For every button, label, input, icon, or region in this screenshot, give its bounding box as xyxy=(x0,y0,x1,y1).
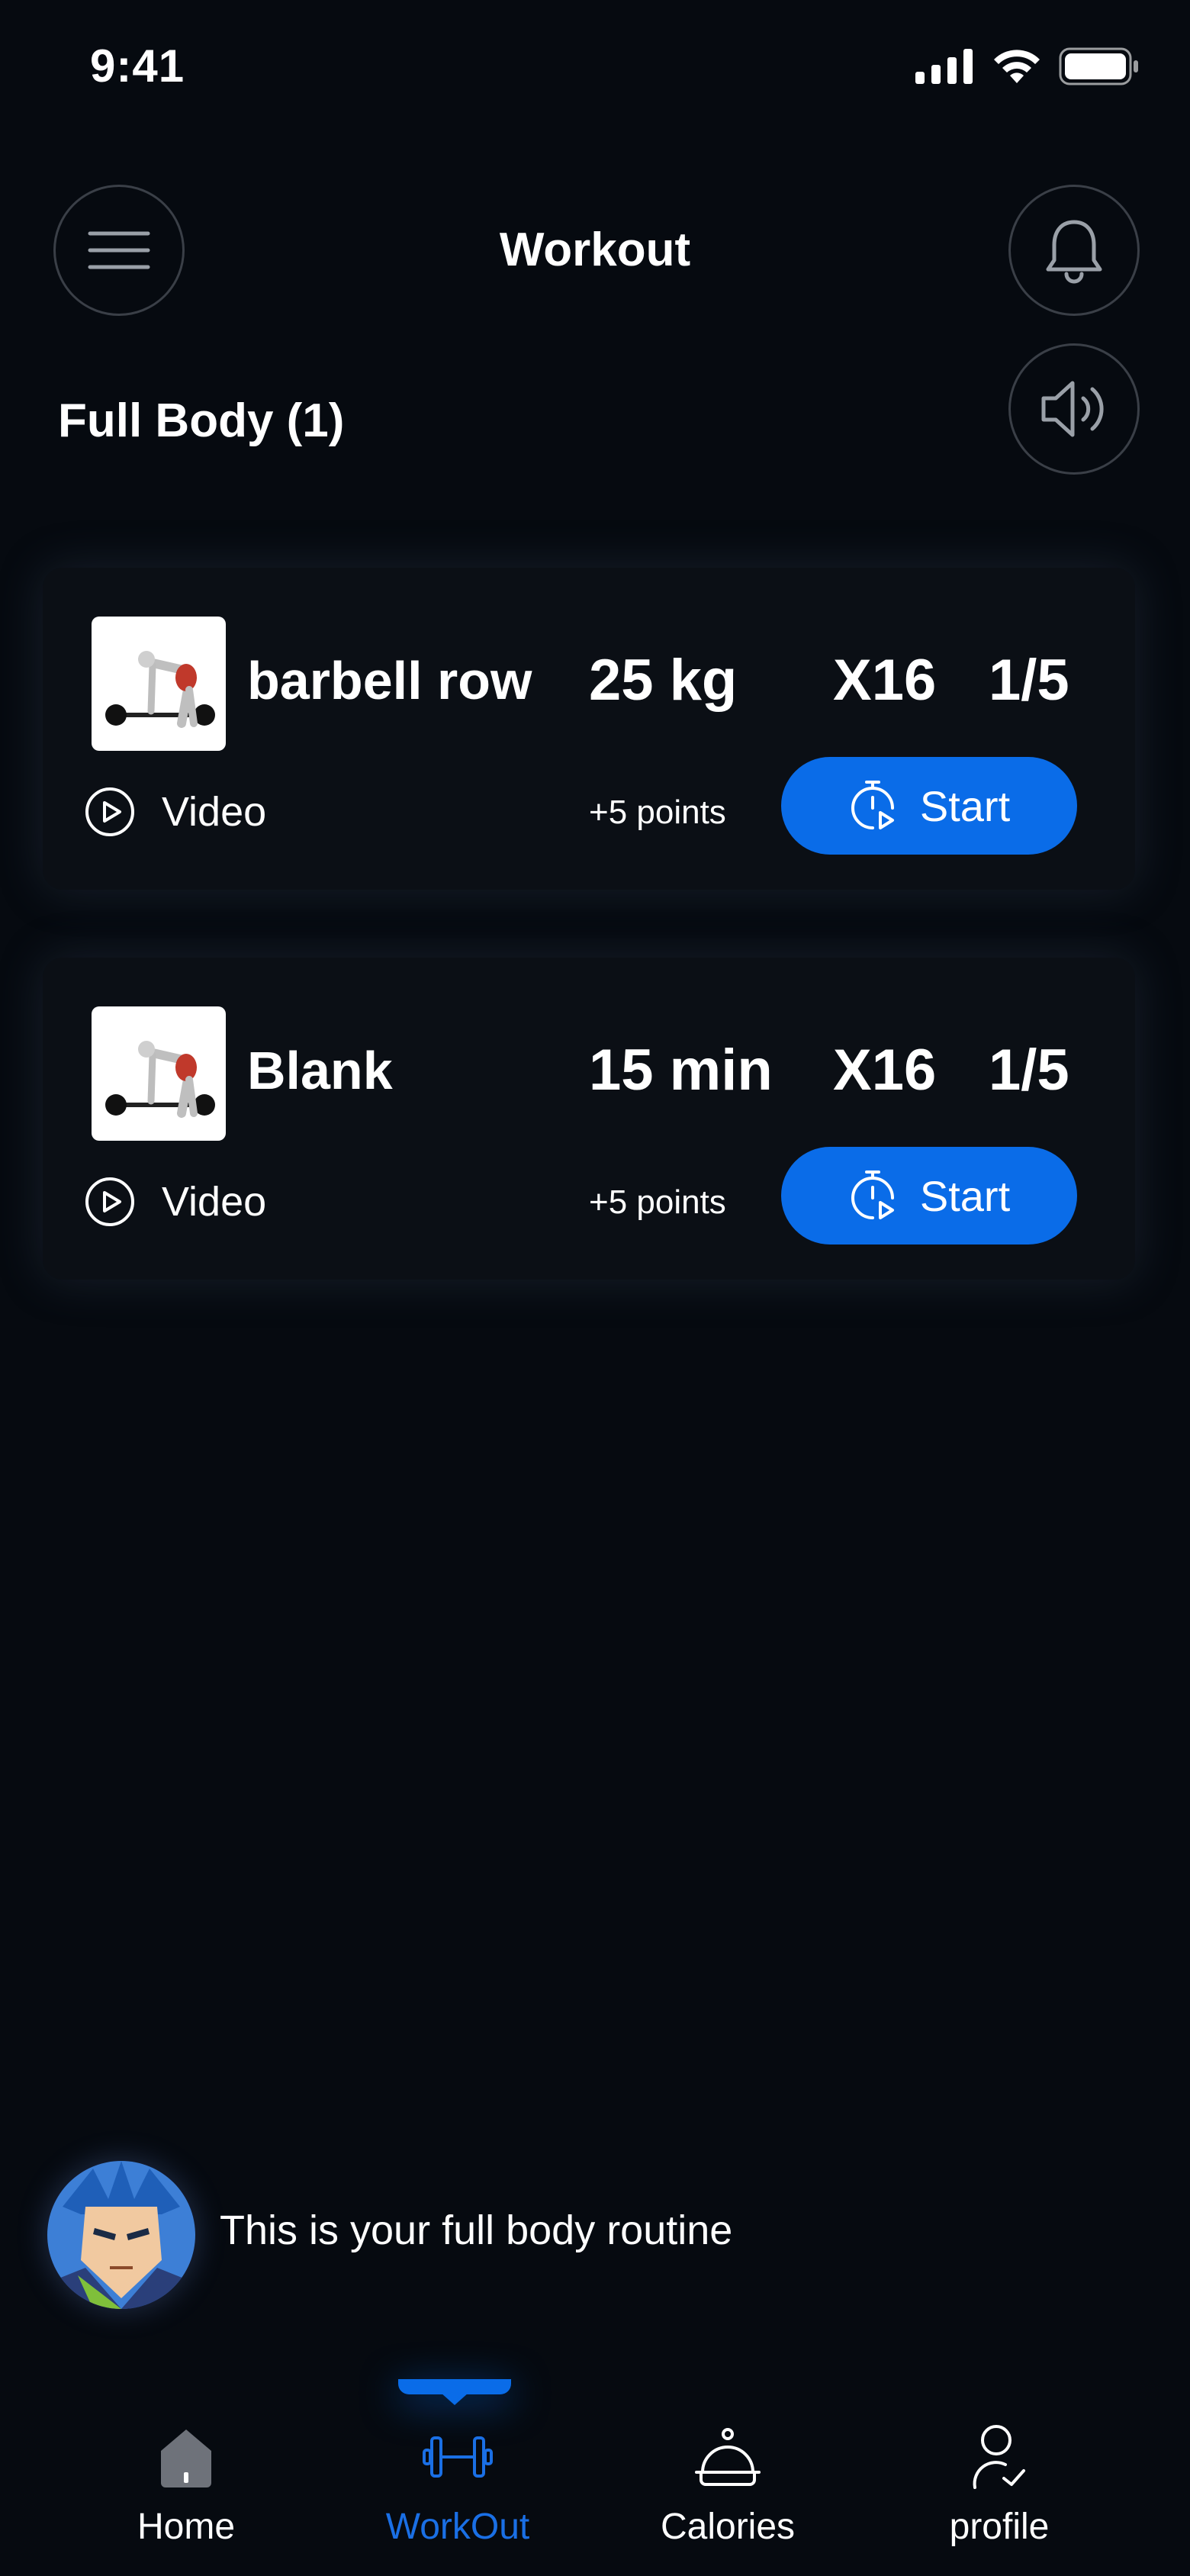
start-label: Start xyxy=(919,1171,1011,1220)
status-icons xyxy=(915,47,1140,85)
nav-item-workout[interactable]: WorkOut xyxy=(359,2419,557,2548)
exercise-sets: 1/5 xyxy=(989,1038,1069,1103)
section-title: Full Body (1) xyxy=(58,394,345,447)
exercise-amount: 15 min xyxy=(589,1038,773,1103)
start-label: Start xyxy=(919,781,1011,830)
bell-icon xyxy=(1046,220,1102,284)
stopwatch-icon xyxy=(851,781,894,829)
bottom-navigation: Home WorkOut Calories profile xyxy=(0,2373,1190,2576)
exercise-reps: X16 xyxy=(833,648,937,713)
exercise-name: barbell row xyxy=(247,651,532,710)
workout-screen: 9:41 Workout Full Body (1) barbell row 2… xyxy=(0,0,1190,2576)
points-label: +5 points xyxy=(589,1183,726,1221)
sound-button[interactable] xyxy=(1008,343,1140,475)
barbell-row-figure-icon xyxy=(105,1041,215,1118)
active-tab-indicator xyxy=(398,2379,511,2405)
video-label: Video xyxy=(162,1179,267,1225)
exercise-card: Blank 15 min X16 1/5 Video +5 points Sta… xyxy=(43,958,1135,1280)
dumbbell-icon xyxy=(423,2436,493,2478)
nav-item-calories[interactable]: Calories xyxy=(629,2419,827,2548)
wifi-icon xyxy=(994,50,1040,83)
signal-icon xyxy=(915,49,973,84)
nav-label-profile: profile xyxy=(949,2507,1050,2547)
stopwatch-icon xyxy=(851,1170,894,1219)
video-label: Video xyxy=(162,789,267,835)
exercise-sets: 1/5 xyxy=(989,648,1069,713)
start-button[interactable]: Start xyxy=(781,1147,1077,1245)
profile-icon xyxy=(973,2425,1025,2489)
nav-label-calories: Calories xyxy=(660,2507,796,2547)
nav-label-workout: WorkOut xyxy=(385,2507,530,2547)
video-link[interactable]: Video xyxy=(84,786,266,838)
nav-label-home: Home xyxy=(137,2507,236,2547)
status-time: 9:41 xyxy=(90,40,185,92)
notification-button[interactable] xyxy=(1008,185,1140,316)
character-avatar-icon xyxy=(47,2161,195,2309)
home-icon xyxy=(161,2429,211,2487)
exercise-name: Blank xyxy=(247,1041,393,1100)
exercise-reps: X16 xyxy=(833,1038,937,1103)
play-circle-icon xyxy=(85,1177,134,1226)
points-label: +5 points xyxy=(589,794,726,831)
food-cloche-icon xyxy=(695,2428,761,2486)
video-link[interactable]: Video xyxy=(84,1176,266,1228)
barbell-row-figure-icon xyxy=(105,651,215,728)
exercise-amount: 25 kg xyxy=(589,648,738,713)
nav-item-profile[interactable]: profile xyxy=(900,2419,1098,2548)
exercise-thumbnail[interactable] xyxy=(92,1006,226,1141)
assistant-message: This is your full body routine xyxy=(220,2207,733,2253)
start-button[interactable]: Start xyxy=(781,757,1077,855)
exercise-thumbnail[interactable] xyxy=(92,617,226,751)
speaker-icon xyxy=(1041,381,1104,437)
nav-item-home[interactable]: Home xyxy=(87,2419,285,2548)
play-circle-icon xyxy=(85,787,134,836)
battery-icon xyxy=(1059,47,1138,85)
exercise-card: barbell row 25 kg X16 1/5 Video +5 point… xyxy=(43,568,1135,890)
assistant-avatar[interactable] xyxy=(47,2161,195,2309)
